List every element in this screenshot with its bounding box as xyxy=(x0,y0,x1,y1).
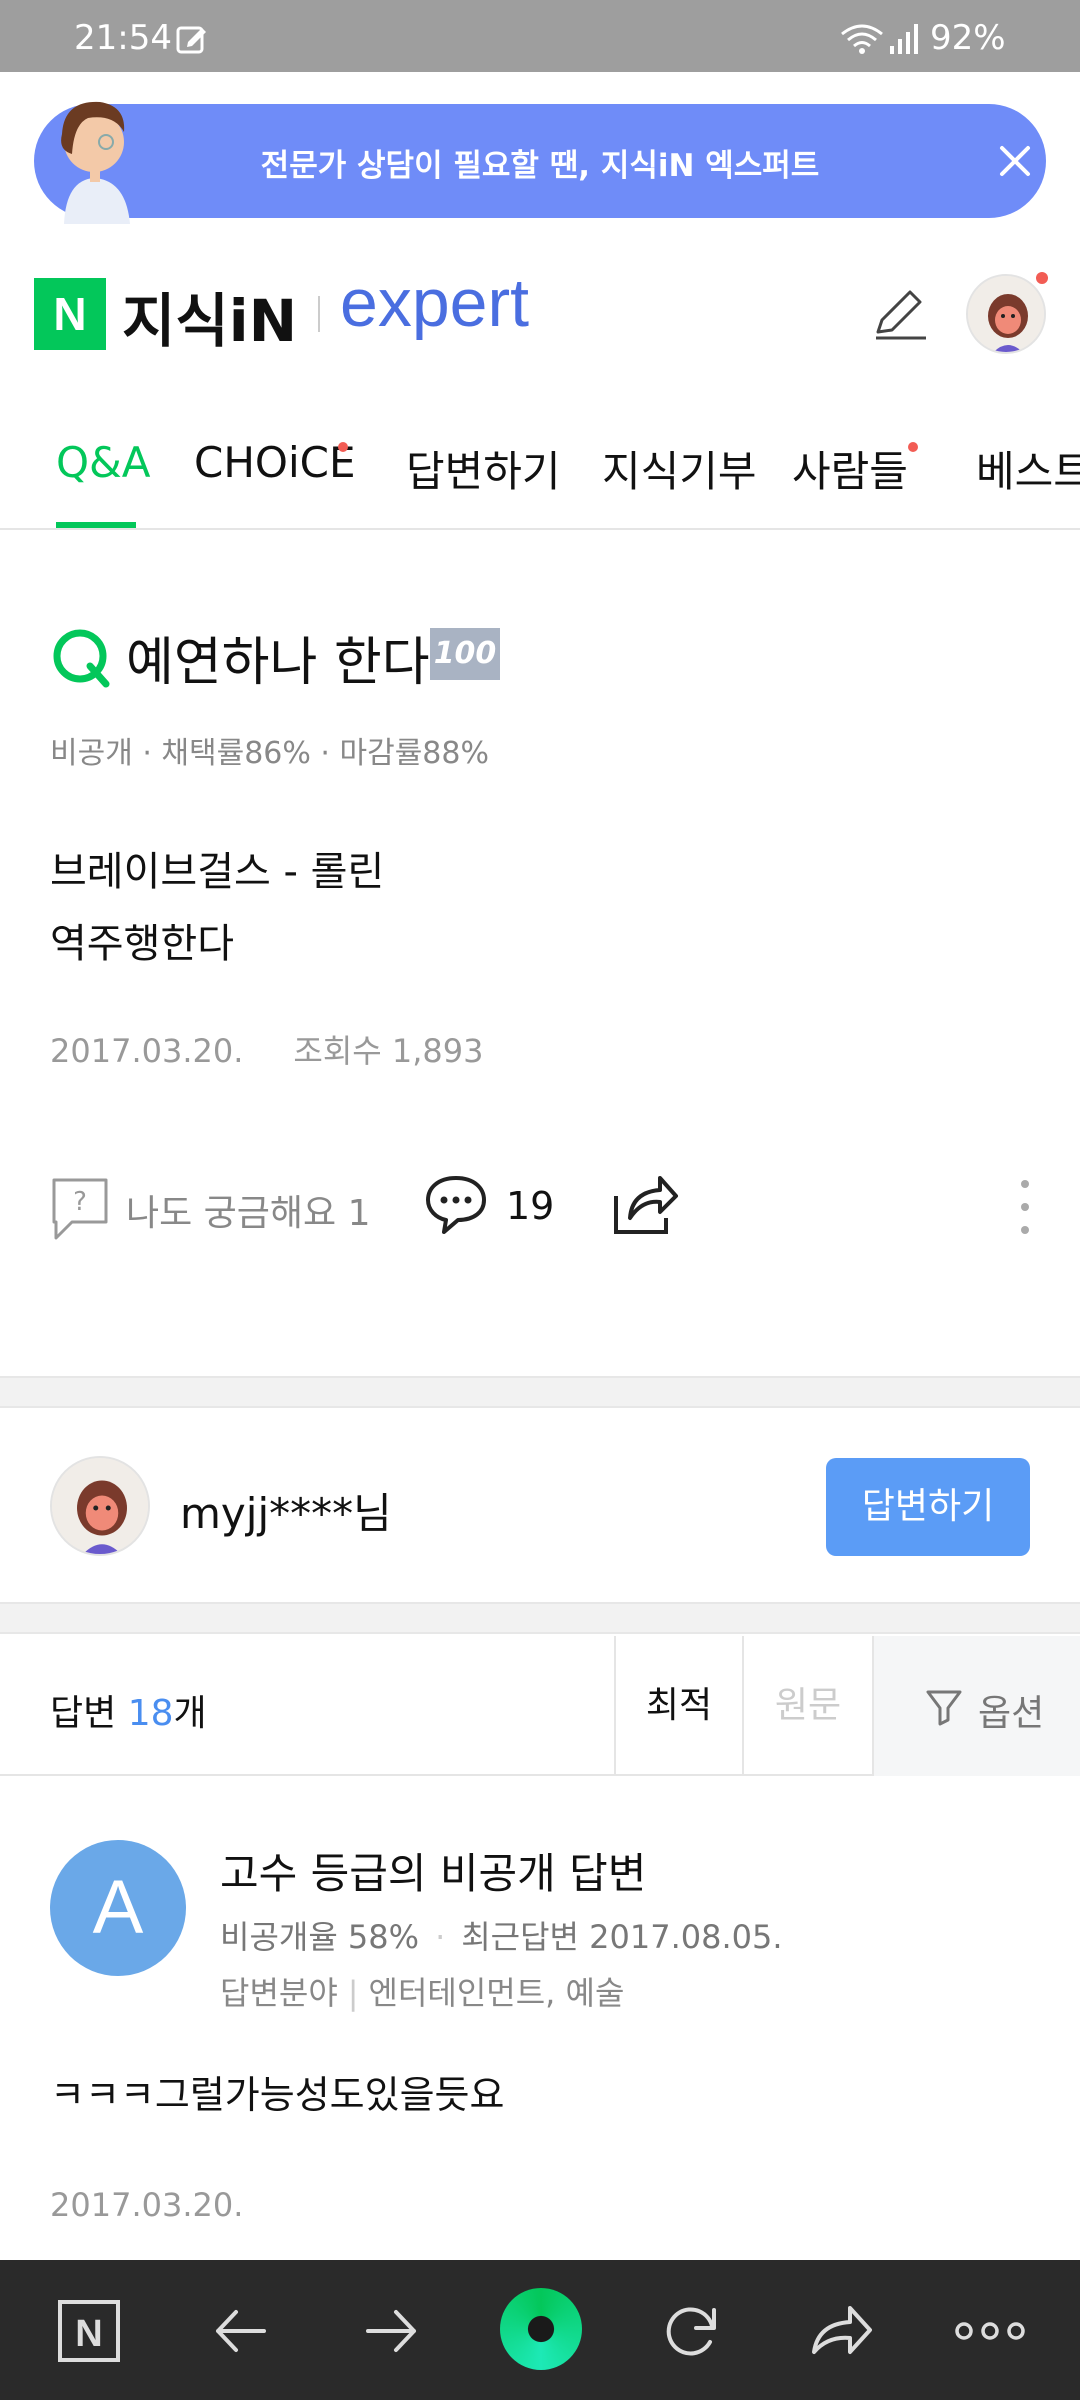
private-rate: 비공개율 58% xyxy=(220,1918,420,1956)
answers-header: 답변 18개 최적 원문 옵션 xyxy=(0,1636,1080,1776)
answer-prompt: myjj****님 답변하기 xyxy=(0,1410,1080,1600)
recent-answer-date: 최근답변 2017.08.05. xyxy=(461,1918,783,1956)
profile-avatar[interactable] xyxy=(966,274,1046,354)
curious-button[interactable]: 나도 궁금해요 1 xyxy=(126,1184,371,1236)
answer-item: A 고수 등급의 비공개 답변 비공개율 58% · 최근답변 2017.08.05… xyxy=(0,1800,1080,2260)
question-date-row: 2017.03.20. 조회수 1,893 xyxy=(50,1026,484,1072)
field-label: 답변분야 xyxy=(220,1974,338,2012)
more-vertical-icon[interactable] xyxy=(1010,1174,1040,1240)
tab-answer[interactable]: 답변하기 xyxy=(406,438,561,499)
curious-question-icon[interactable]: ? xyxy=(50,1176,110,1242)
active-tab-indicator xyxy=(56,522,136,528)
avatar-character-icon xyxy=(52,1458,148,1554)
question-title: 예연하나 한다 xyxy=(126,633,430,693)
filter-icon xyxy=(926,1690,962,1726)
forward-arrow-icon[interactable] xyxy=(356,2296,426,2366)
field-value: 엔터테인먼트, 예술 xyxy=(368,1974,625,2012)
question-date: 2017.03.20. xyxy=(50,1032,244,1070)
close-icon[interactable] xyxy=(996,142,1034,180)
expert-logo[interactable]: expert xyxy=(340,264,529,342)
expert-promo-banner[interactable]: 전문가 상담이 필요할 땐, 지식iN 엑스퍼트 xyxy=(34,101,1046,224)
answer-date: 2017.03.20. xyxy=(50,2186,244,2224)
edit-notification-icon xyxy=(176,26,206,54)
answers-count-number: 18 xyxy=(127,1693,174,1734)
share-icon[interactable] xyxy=(610,1170,680,1236)
refresh-icon[interactable] xyxy=(656,2296,726,2366)
profile-notification-dot xyxy=(1036,272,1048,284)
question-meta: 비공개 · 채택률86% · 마감률88% xyxy=(50,736,489,771)
answers-count: 답변 18개 xyxy=(50,1684,207,1736)
separator-bar: | xyxy=(347,1974,359,2012)
status-bar: 21:54 92% xyxy=(0,0,1080,72)
svg-text:?: ? xyxy=(73,1187,87,1217)
question-body: 브레이브걸스 - 롤린 역주행한다 xyxy=(50,836,384,980)
write-question-icon[interactable] xyxy=(870,286,930,342)
filter-options-label: 옵션 xyxy=(978,1693,1045,1734)
banner-text: 전문가 상담이 필요할 땐, 지식iN 엑스퍼트 xyxy=(260,148,820,184)
comment-count[interactable]: 19 xyxy=(506,1184,554,1228)
tab-people-dot xyxy=(908,442,918,452)
browser-bottom-nav: N xyxy=(0,2260,1080,2400)
section-divider xyxy=(0,1376,1080,1408)
question-body-line: 역주행한다 xyxy=(50,921,234,967)
tab-choice-dot xyxy=(338,442,348,452)
tab-donate[interactable]: 지식기부 xyxy=(602,438,757,499)
answer-title: 고수 등급의 비공개 답변 xyxy=(220,1849,647,1898)
answer-field: 답변분야 | 엔터테인먼트, 예술 xyxy=(220,1968,624,2014)
section-divider xyxy=(0,1602,1080,1634)
naver-green-dot-button[interactable] xyxy=(500,2288,582,2370)
naver-logo[interactable]: N xyxy=(34,278,106,350)
answer-stats: 비공개율 58% · 최근답변 2017.08.05. xyxy=(220,1912,783,1958)
reward-badge: 100 xyxy=(430,628,500,680)
app-header: N 지식iN expert xyxy=(0,248,1080,378)
signal-icon xyxy=(890,24,918,54)
comment-icon[interactable] xyxy=(424,1174,488,1234)
svg-text:N: N xyxy=(75,2313,102,2355)
wifi-icon xyxy=(841,24,883,54)
tab-qna[interactable]: Q&A xyxy=(56,438,151,487)
tab-best[interactable]: 베스트 xyxy=(976,438,1080,499)
user-avatar xyxy=(50,1456,150,1556)
sort-original-button[interactable]: 원문 xyxy=(742,1636,872,1776)
write-answer-button[interactable]: 답변하기 xyxy=(826,1458,1030,1556)
question-q-icon xyxy=(53,629,110,688)
separator-dot: · xyxy=(435,1918,446,1956)
battery-level: 92% xyxy=(930,18,1006,58)
answers-count-prefix: 답변 xyxy=(50,1693,128,1734)
nav-tabs: Q&A CHOiCE 답변하기 지식기부 사람들 베스트 xyxy=(0,420,1080,530)
tab-people[interactable]: 사람들 xyxy=(792,438,908,499)
answers-count-suffix: 개 xyxy=(173,1693,207,1734)
user-name: myjj****님 xyxy=(180,1489,392,1538)
avatar-character-icon xyxy=(968,276,1044,352)
sort-best-button[interactable]: 최적 xyxy=(614,1636,742,1776)
question-actions: ? 나도 궁금해요 1 19 xyxy=(0,1170,1080,1250)
share-arrow-icon[interactable] xyxy=(806,2296,876,2366)
status-time: 21:54 xyxy=(74,18,172,58)
answer-body: ㅋㅋㅋ그럴가능성도있을듯요 xyxy=(50,2073,505,2117)
question-views: 조회수 1,893 xyxy=(293,1032,484,1070)
filter-options-button[interactable]: 옵션 xyxy=(872,1636,1080,1776)
jisikin-logo[interactable]: 지식iN xyxy=(122,274,297,358)
tab-choice[interactable]: CHOiCE xyxy=(194,438,356,487)
naver-home-icon[interactable]: N xyxy=(54,2296,124,2366)
back-arrow-icon[interactable] xyxy=(206,2296,276,2366)
answerer-avatar: A xyxy=(50,1840,186,1976)
logo-divider xyxy=(318,296,320,332)
more-horizontal-icon[interactable] xyxy=(950,2296,1030,2366)
question-body-line: 브레이브걸스 - 롤린 xyxy=(50,849,385,895)
